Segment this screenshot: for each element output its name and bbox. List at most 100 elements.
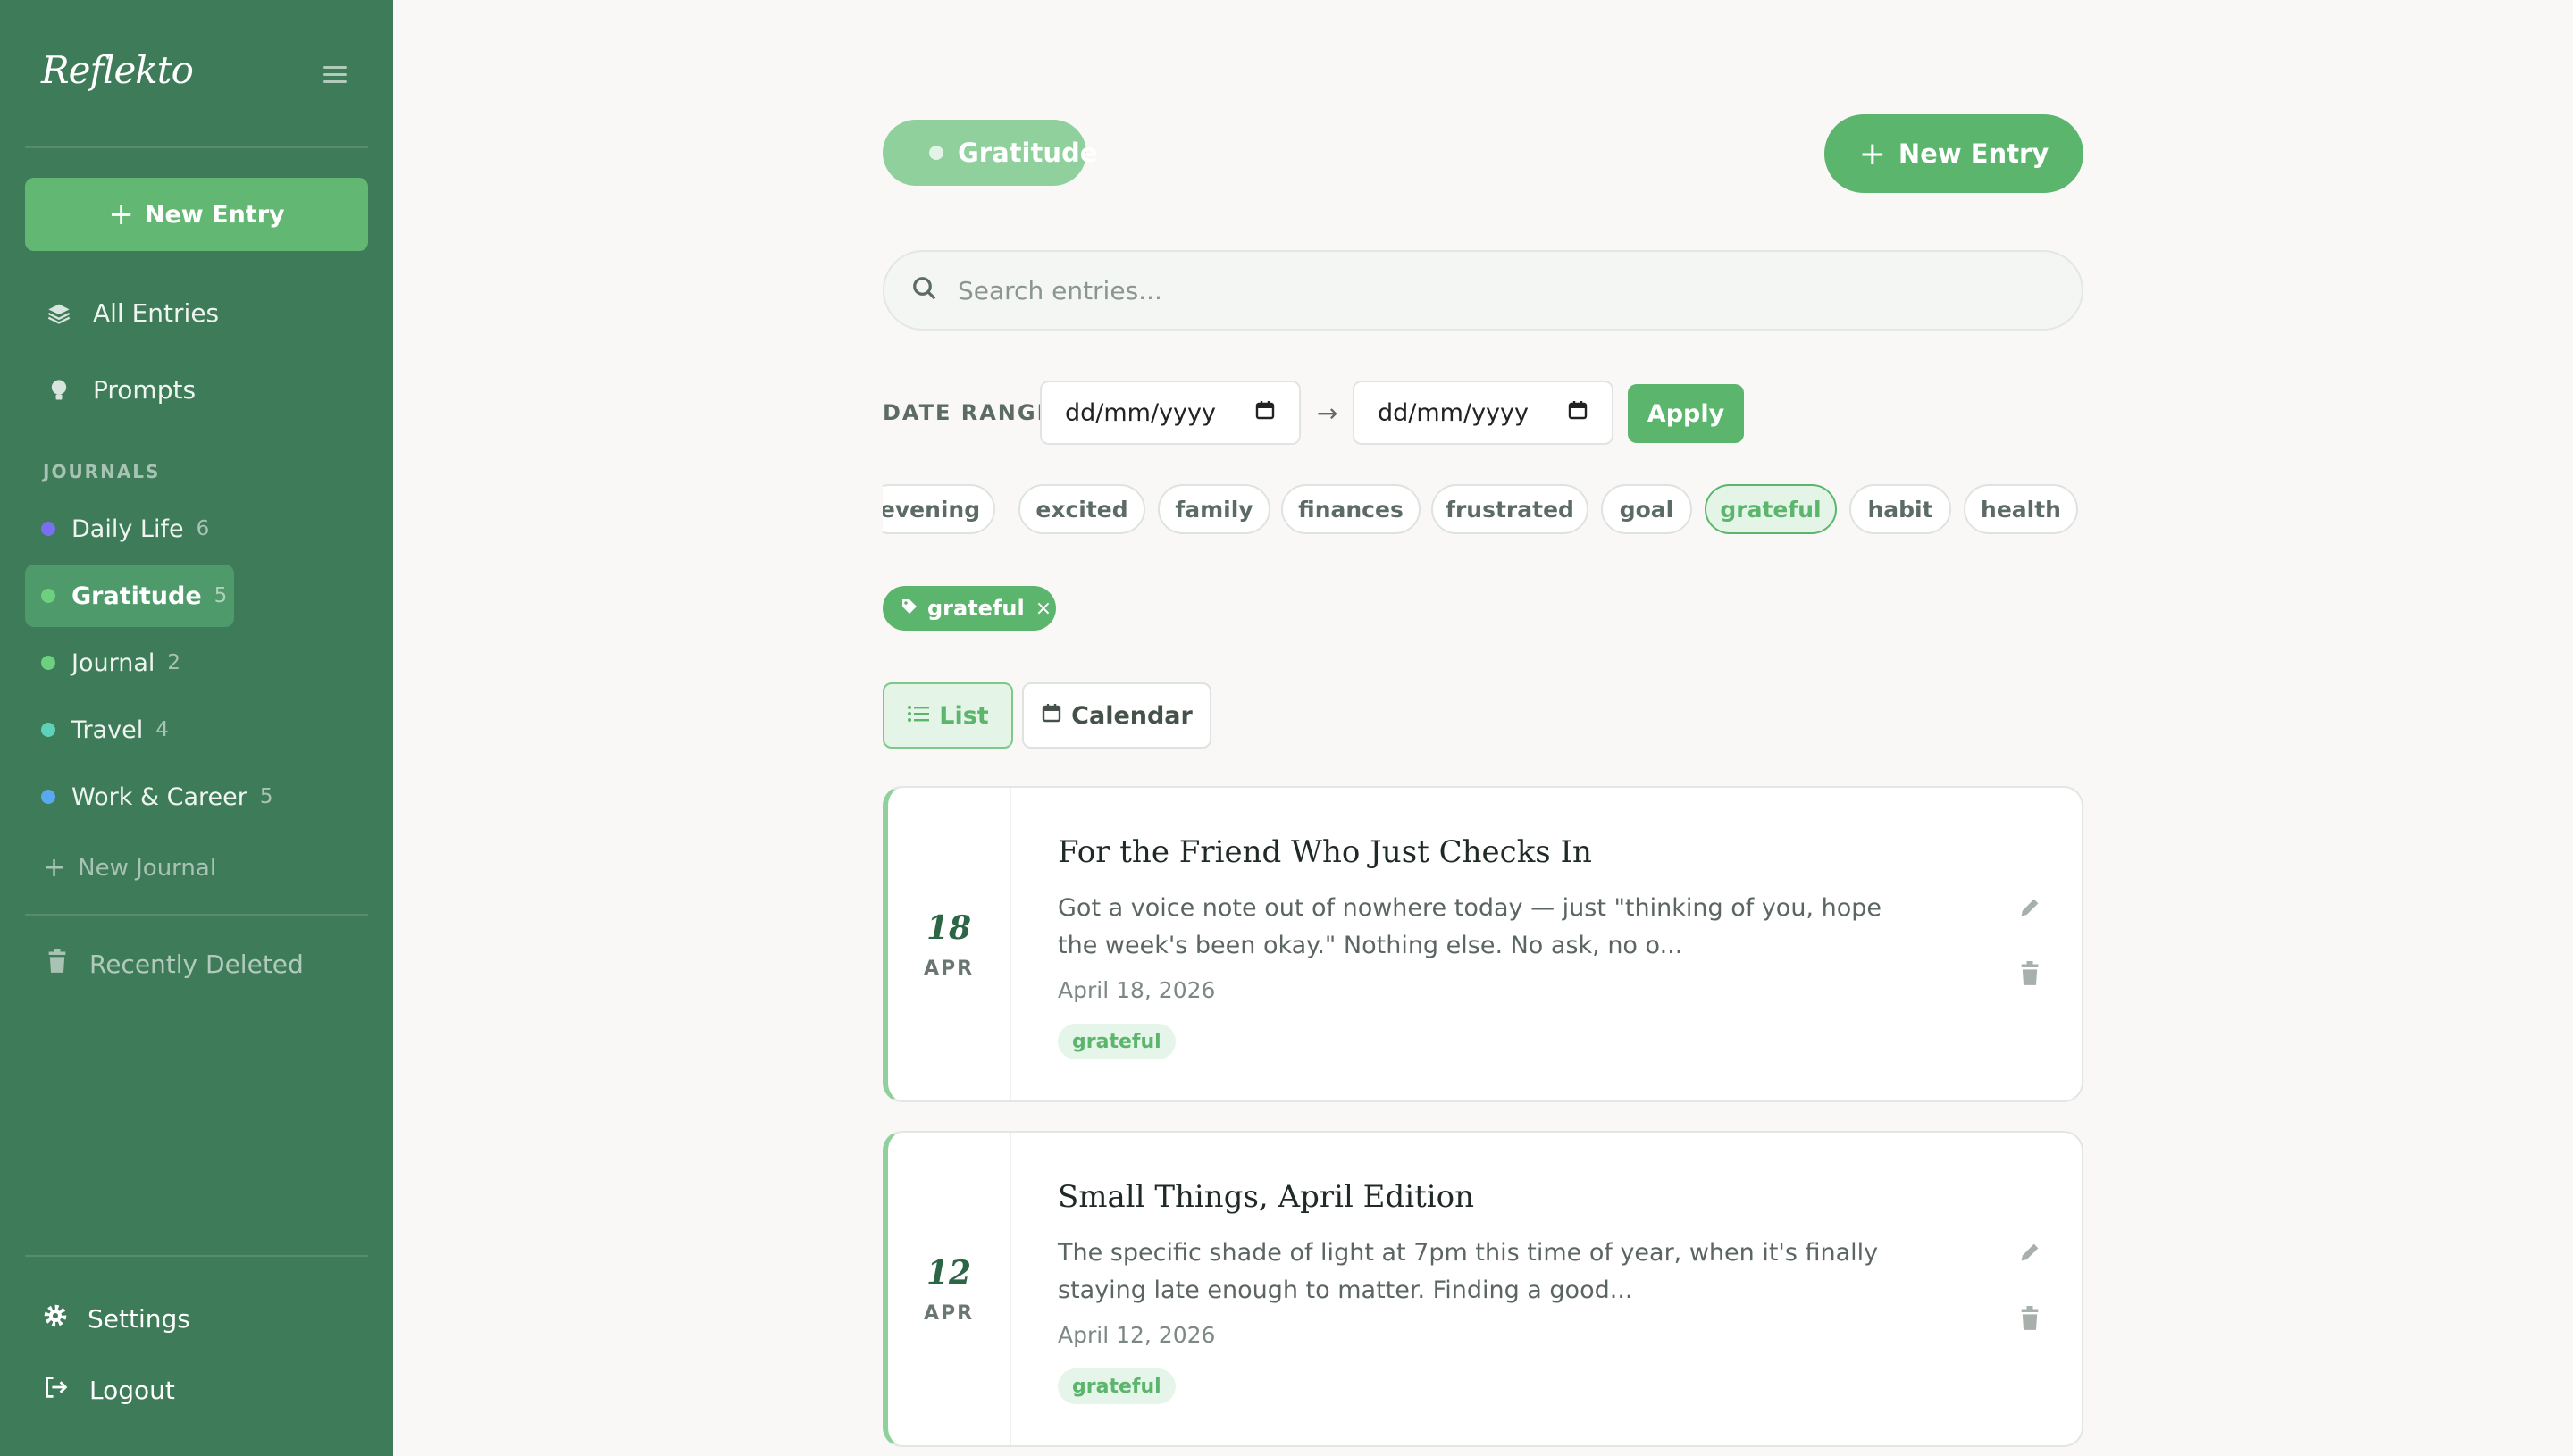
- journal-color-dot: [41, 522, 55, 536]
- journal-count: 5: [214, 584, 228, 607]
- journal-name: Work & Career: [71, 782, 247, 811]
- trash-icon[interactable]: [2019, 1306, 2041, 1335]
- new-entry-button[interactable]: + New Entry: [1824, 114, 2083, 193]
- calendar-view-button[interactable]: Calendar: [1022, 682, 1211, 749]
- app-logo[interactable]: Reflekto: [41, 48, 194, 92]
- list-icon: [907, 702, 930, 730]
- sidebar-new-entry-label: New Entry: [144, 200, 285, 229]
- sidebar-new-entry-button[interactable]: + New Entry: [25, 178, 368, 251]
- sidebar-item-label: All Entries: [93, 298, 220, 328]
- tag-filter-row: evening excited family finances frustrat…: [883, 484, 2083, 536]
- main-content: Gratitude + New Entry DATE RANGE dd/mm/y…: [883, 0, 2083, 1456]
- journal-color-dot: [41, 589, 55, 603]
- sidebar-divider: [25, 146, 368, 148]
- search-input[interactable]: [956, 274, 2032, 306]
- journal-count: 4: [155, 718, 169, 741]
- tag-chip[interactable]: finances: [1281, 484, 1421, 534]
- journal-color-dot: [41, 790, 55, 804]
- entry-tag[interactable]: grateful: [1058, 1024, 1176, 1059]
- logout-label: Logout: [89, 1376, 175, 1405]
- entry-title[interactable]: For the Friend Who Just Checks In: [1058, 834, 1592, 870]
- new-journal-label: New Journal: [78, 854, 217, 882]
- sidebar-item-all-entries[interactable]: All Entries: [46, 298, 219, 328]
- journal-color-dot: [41, 656, 55, 670]
- plus-icon: +: [108, 197, 134, 232]
- journal-name: Journal: [71, 649, 155, 677]
- journal-count: 2: [167, 651, 181, 674]
- tag-chip[interactable]: evening: [883, 484, 995, 534]
- new-journal-button[interactable]: + New Journal: [43, 852, 216, 883]
- entry-excerpt: The specific shade of light at 7pm this …: [1058, 1239, 1879, 1304]
- lightbulb-icon: [46, 378, 71, 403]
- recently-deleted-link[interactable]: Recently Deleted: [46, 949, 304, 980]
- active-filter-label: grateful: [927, 596, 1025, 621]
- plus-icon: +: [1858, 135, 1886, 172]
- entry-card[interactable]: 18 APR For the Friend Who Just Checks In…: [883, 786, 2083, 1102]
- date-from-value: dd/mm/yyyy: [1065, 398, 1216, 427]
- remove-filter-icon[interactable]: ×: [1035, 598, 1052, 620]
- search-bar: [883, 250, 2083, 331]
- list-view-label: List: [939, 701, 989, 730]
- current-journal-pill: Gratitude: [883, 120, 1097, 186]
- tag-chip[interactable]: excited: [1018, 484, 1145, 534]
- settings-link[interactable]: Settings: [43, 1303, 190, 1335]
- trash-icon[interactable]: [2019, 961, 2041, 990]
- entry-date: April 12, 2026: [1058, 1322, 1216, 1348]
- logout-link[interactable]: Logout: [43, 1375, 175, 1406]
- date-to-input[interactable]: dd/mm/yyyy: [1353, 381, 1613, 445]
- edit-icon[interactable]: [2017, 895, 2042, 924]
- tag-icon: [901, 596, 918, 621]
- list-view-button[interactable]: List: [883, 682, 1013, 749]
- journal-name: Daily Life: [71, 515, 184, 543]
- sidebar-item-label: Prompts: [93, 375, 197, 405]
- entry-card[interactable]: 12 APR Small Things, April Edition The s…: [883, 1131, 2083, 1447]
- date-from-input[interactable]: dd/mm/yyyy: [1040, 381, 1301, 445]
- entry-title[interactable]: Small Things, April Edition: [1058, 1179, 1474, 1215]
- active-tag-filter[interactable]: grateful ×: [883, 586, 1056, 631]
- apply-button[interactable]: Apply: [1628, 384, 1744, 443]
- journal-dot: [929, 146, 943, 160]
- journals-heading: JOURNALS: [43, 461, 161, 482]
- journal-item-gratitude[interactable]: Gratitude 5: [25, 565, 234, 627]
- entry-month: APR: [923, 1302, 975, 1325]
- sidebar-divider: [25, 1255, 368, 1257]
- calendar-icon: [1567, 399, 1588, 427]
- entry-tag[interactable]: grateful: [1058, 1368, 1176, 1404]
- entry-date: April 18, 2026: [1058, 977, 1216, 1003]
- date-to-value: dd/mm/yyyy: [1378, 398, 1529, 427]
- search-icon: [911, 275, 938, 305]
- layers-icon: [46, 301, 71, 326]
- tag-chip[interactable]: habit: [1849, 484, 1951, 534]
- entry-excerpt: Got a voice note out of nowhere today — …: [1058, 894, 1882, 959]
- plus-icon: +: [43, 852, 66, 883]
- tag-chip[interactable]: health: [1964, 484, 2078, 534]
- entry-month: APR: [923, 958, 975, 980]
- calendar-view-label: Calendar: [1071, 701, 1193, 730]
- new-entry-label: New Entry: [1898, 138, 2049, 169]
- sidebar-item-prompts[interactable]: Prompts: [46, 375, 196, 405]
- journal-item-travel[interactable]: Travel 4: [25, 699, 234, 761]
- trash-icon: [46, 949, 68, 980]
- journal-name: Travel: [71, 715, 144, 744]
- hamburger-menu-icon[interactable]: [323, 66, 347, 84]
- journal-count: 5: [259, 785, 273, 808]
- sidebar-divider: [25, 914, 368, 916]
- journal-item-daily-life[interactable]: Daily Life 6: [25, 498, 234, 560]
- edit-icon[interactable]: [2017, 1240, 2042, 1268]
- current-journal-label: Gratitude: [958, 138, 1098, 168]
- calendar-icon: [1041, 702, 1062, 730]
- journal-name: Gratitude: [71, 582, 202, 610]
- calendar-icon: [1254, 399, 1276, 427]
- entry-day: 12: [926, 1254, 972, 1292]
- logout-icon: [43, 1375, 70, 1406]
- settings-label: Settings: [88, 1304, 190, 1334]
- tag-chip[interactable]: family: [1158, 484, 1270, 534]
- arrow-right-icon: →: [1317, 398, 1338, 428]
- journal-count: 6: [196, 517, 210, 540]
- journal-item-journal[interactable]: Journal 2: [25, 632, 234, 694]
- journal-item-work-career[interactable]: Work & Career 5: [25, 766, 293, 828]
- entry-day: 18: [926, 909, 972, 947]
- tag-chip[interactable]: frustrated: [1431, 484, 1588, 534]
- tag-chip[interactable]: goal: [1601, 484, 1692, 534]
- tag-chip-active[interactable]: grateful: [1705, 484, 1837, 534]
